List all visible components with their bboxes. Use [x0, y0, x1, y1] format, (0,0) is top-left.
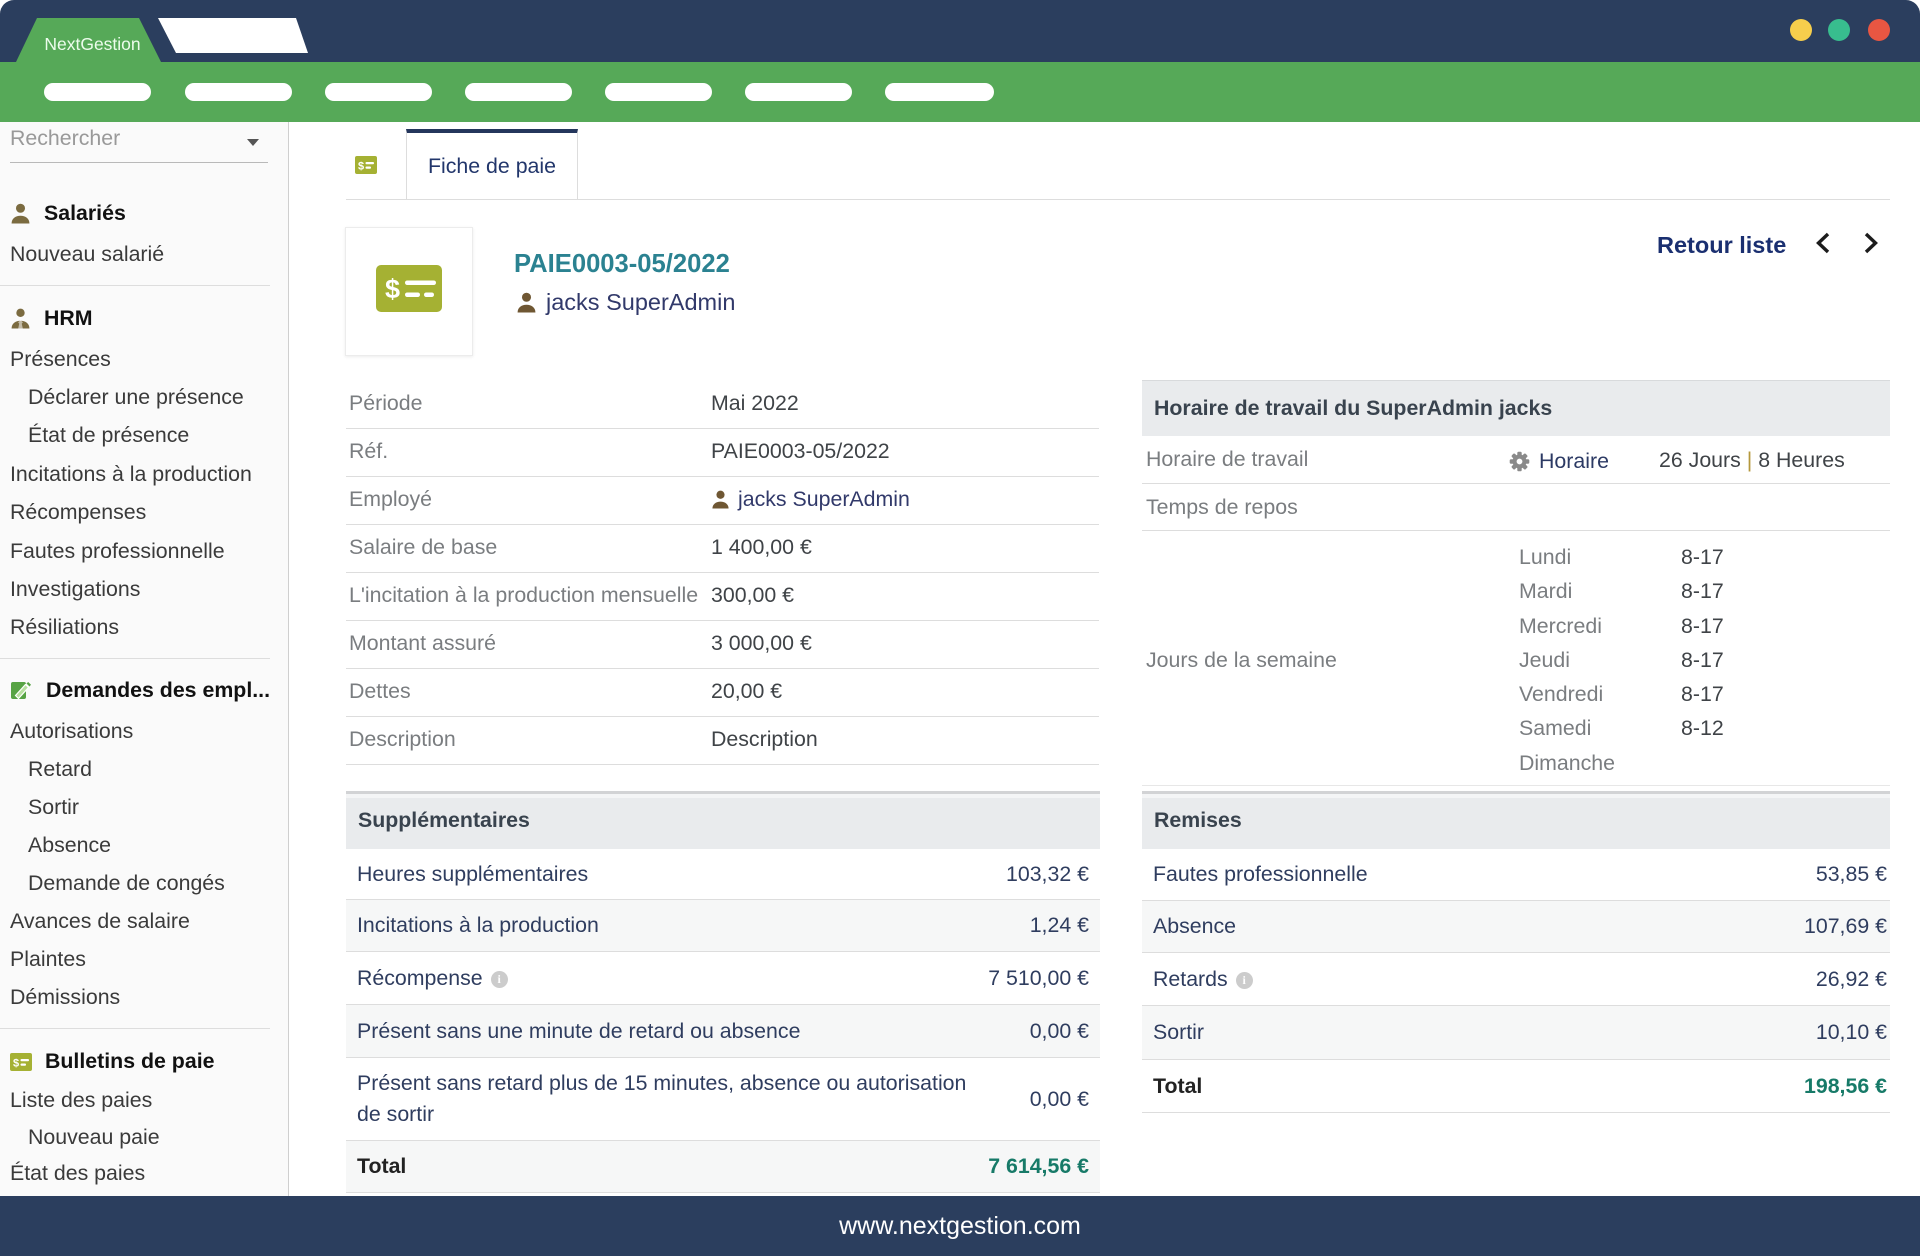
svg-text:$: $ [13, 1057, 19, 1069]
svg-text:$: $ [358, 161, 364, 173]
svg-text:$: $ [385, 274, 400, 304]
